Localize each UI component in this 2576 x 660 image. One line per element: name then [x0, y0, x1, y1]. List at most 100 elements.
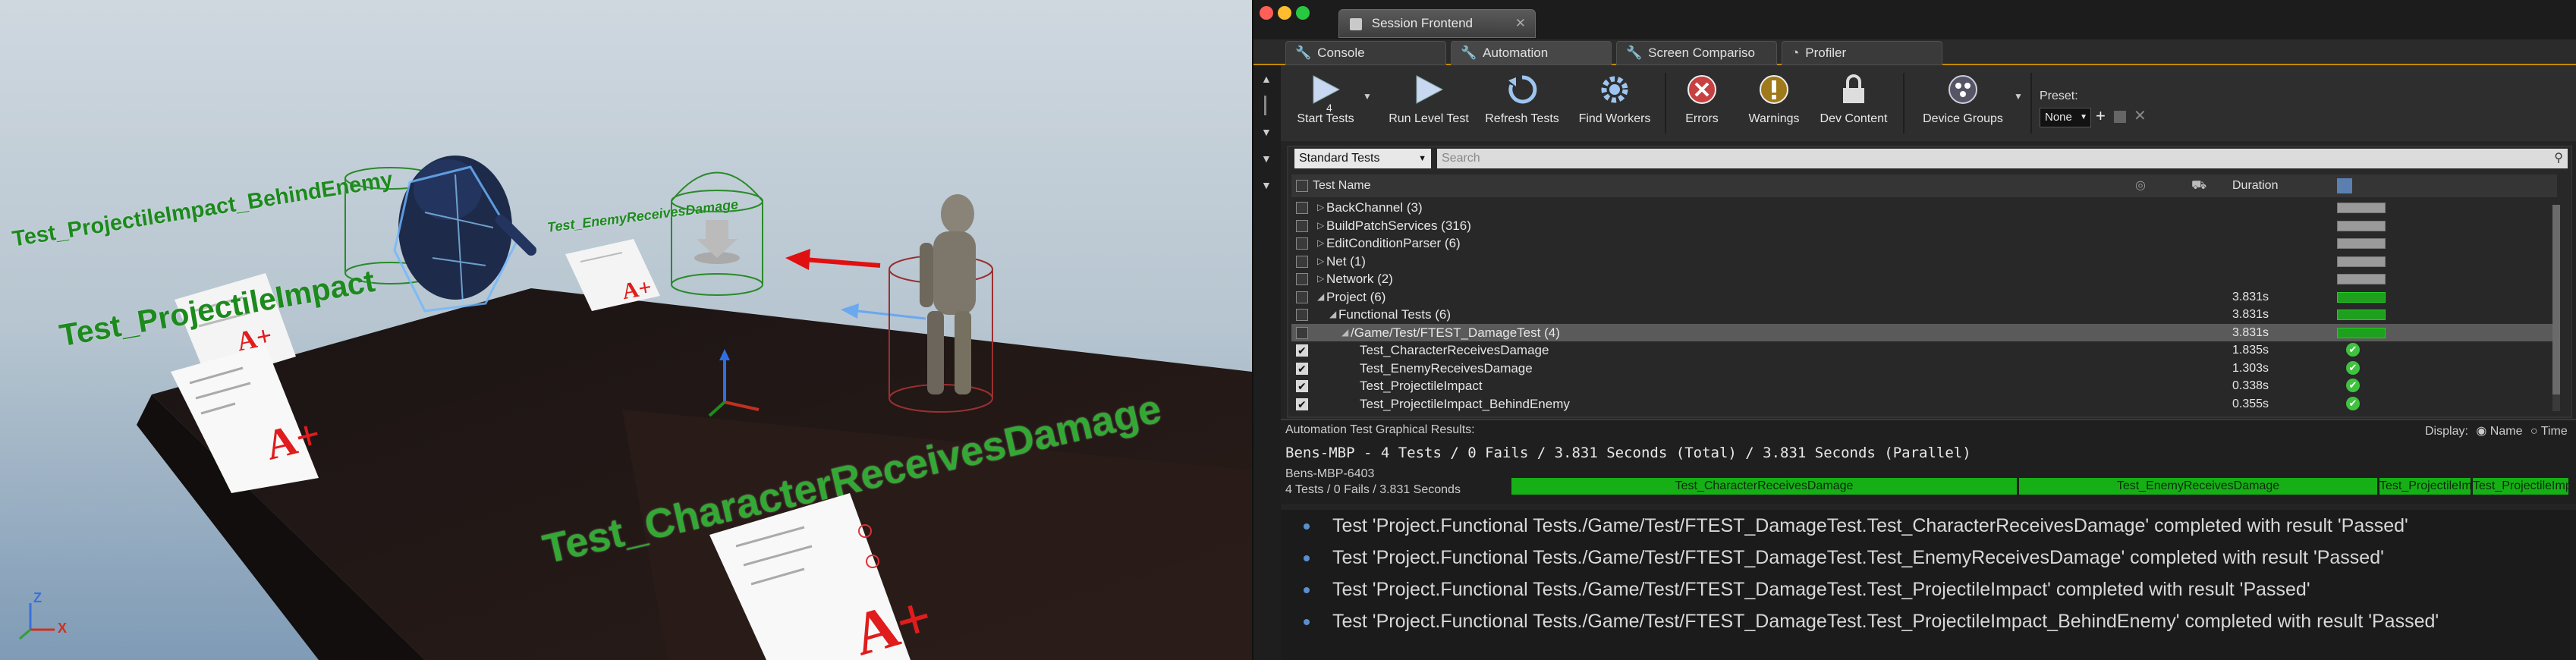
test-checkbox[interactable] — [1296, 291, 1308, 303]
test-checkbox[interactable] — [1296, 326, 1308, 339]
search-input[interactable]: Search ⚲ — [1437, 149, 2568, 168]
test-checkbox[interactable] — [1296, 396, 1308, 413]
table-row[interactable]: ▷ BuildPatchServices (316) — [1291, 217, 2557, 234]
table-row[interactable]: ▷ Network (2) — [1291, 270, 2557, 288]
document-tab-session-frontend[interactable]: Session Frontend ✕ — [1338, 9, 1536, 38]
expand-down-icon[interactable]: ▼ — [1261, 179, 1272, 191]
expander-icon[interactable]: ▷ — [1317, 253, 1324, 270]
column-test-name[interactable]: Test Name — [1313, 174, 1370, 197]
play-level-icon — [1411, 71, 1447, 108]
refresh-tests-button[interactable]: Refresh Tests — [1477, 71, 1568, 138]
expand-down-icon[interactable]: ▼ — [1261, 126, 1272, 138]
search-icon: ⚲ — [2554, 152, 2563, 165]
timeline-segment[interactable]: Test_EnemyReceivesDamage — [2019, 478, 2377, 495]
scrollbar-thumb[interactable] — [2552, 205, 2560, 394]
test-checkbox[interactable] — [1296, 202, 1308, 214]
level-viewport[interactable]: Test_ProjectileImpact_BehindEnemy Test_P… — [0, 0, 1252, 660]
add-preset-icon[interactable]: + — [2096, 106, 2106, 126]
table-row[interactable]: ▷ EditConditionParser (6) — [1291, 234, 2557, 252]
zoom-window-button[interactable] — [1296, 6, 1310, 20]
toolbar-separator — [2030, 73, 2032, 134]
test-checkbox[interactable] — [1296, 360, 1308, 378]
test-type-select[interactable]: Standard Tests ▼ — [1294, 149, 1431, 168]
tab-profiler[interactable]: ◔ Profiler — [1782, 41, 1942, 65]
status-bar — [2337, 327, 2386, 338]
wrench-icon: 🔧 — [1461, 46, 1477, 60]
collapse-up-icon[interactable]: ▲ — [1261, 73, 1272, 85]
pass-check-icon: ✔ — [2346, 379, 2360, 392]
table-row[interactable]: ◢ Project (6) 3.831s — [1291, 288, 2557, 306]
expander-icon[interactable]: ◢ — [1329, 306, 1336, 323]
test-checkbox[interactable] — [1296, 309, 1308, 321]
start-tests-label: Start Tests — [1297, 112, 1354, 125]
dev-content-button[interactable]: Dev Content — [1812, 71, 1895, 138]
test-checkbox[interactable] — [1296, 273, 1308, 285]
timeline-segment[interactable]: Test_ProjectileImpact — [2379, 478, 2471, 495]
expander-icon[interactable]: ◢ — [1317, 288, 1324, 306]
expand-down-icon[interactable]: ▼ — [1261, 152, 1272, 165]
radio-selected-icon[interactable]: ◉ — [2476, 425, 2486, 438]
find-workers-button[interactable]: Find Workers — [1569, 71, 1660, 138]
table-row[interactable]: Test_EnemyReceivesDamage 1.303s ✔ — [1291, 360, 2557, 378]
preset-select[interactable]: None ▼ — [2040, 108, 2091, 127]
axis-x-label: X — [58, 621, 68, 636]
start-tests-button[interactable]: 4 Start Tests — [1281, 71, 1370, 138]
display-name-option[interactable]: Name — [2490, 425, 2523, 438]
test-duration: 3.831s — [2232, 325, 2269, 339]
remove-preset-icon[interactable]: ✕ — [2134, 106, 2147, 125]
test-checkbox[interactable] — [1296, 378, 1308, 395]
save-preset-icon[interactable] — [2114, 111, 2126, 123]
start-tests-dropdown-icon[interactable]: ▼ — [1363, 91, 1372, 102]
select-all-checkbox[interactable] — [1296, 180, 1308, 192]
expander-icon[interactable]: ▷ — [1317, 270, 1324, 288]
refresh-icon — [1504, 71, 1540, 108]
test-checkbox[interactable] — [1296, 237, 1308, 250]
log-line: Test 'Project.Functional Tests./Game/Tes… — [1281, 574, 2576, 605]
test-name: Test_ProjectileImpact — [1360, 379, 1483, 393]
test-name: Functional Tests (6) — [1338, 307, 1452, 322]
table-row[interactable]: ▷ Net (1) — [1291, 253, 2557, 270]
toolbar-separator — [1903, 73, 1904, 134]
splitter-handle[interactable] — [1264, 96, 1266, 115]
wrench-icon: 🔧 — [1626, 46, 1643, 60]
tab-screen-comparison[interactable]: 🔧 Screen Compariso — [1616, 41, 1777, 65]
graphical-results-panel: Automation Test Graphical Results: Displ… — [1281, 419, 2576, 504]
close-tab-icon[interactable]: ✕ — [1515, 10, 1526, 37]
expander-icon[interactable]: ▷ — [1317, 199, 1324, 216]
device-groups-button[interactable]: Device Groups — [1914, 71, 2012, 138]
timeline-segment[interactable]: Test_CharacterReceivesDamage — [1511, 478, 2017, 495]
tab-automation[interactable]: 🔧 Automation — [1451, 41, 1612, 65]
status-column-icon — [2337, 178, 2352, 193]
expander-icon[interactable]: ▷ — [1317, 234, 1324, 252]
test-checkbox[interactable] — [1296, 255, 1308, 268]
test-checkbox[interactable] — [1296, 342, 1308, 360]
radio-icon[interactable]: ○ — [2530, 425, 2538, 438]
worker-name: Bens-MBP-6403 — [1285, 467, 1375, 480]
test-name: EditConditionParser (6) — [1326, 236, 1461, 250]
table-row[interactable]: ◢ Functional Tests (6) 3.831s — [1291, 306, 2557, 323]
table-row[interactable]: Test_ProjectileImpact 0.338s ✔ — [1291, 377, 2557, 395]
status-bar — [2337, 274, 2386, 284]
test-name: Net (1) — [1326, 253, 1366, 269]
close-window-button[interactable] — [1260, 6, 1273, 20]
column-duration[interactable]: Duration — [2232, 174, 2278, 197]
table-row[interactable]: ◢/Game/Test/FTEST_DamageTest (4) 3.831s — [1291, 323, 2557, 341]
device-groups-icon — [1945, 71, 1981, 108]
errors-filter-button[interactable]: Errors — [1668, 71, 1736, 138]
profiler-icon: ◔ — [1791, 46, 1800, 60]
timeline-segment[interactable]: Test_ProjectileImpact_BehindEnemy — [2473, 478, 2568, 495]
display-time-option[interactable]: Time — [2541, 425, 2568, 438]
table-row[interactable]: ▷ BackChannel (3) — [1291, 199, 2557, 216]
test-name: Test_CharacterReceivesDamage — [1360, 343, 1549, 357]
expander-icon[interactable]: ◢ — [1341, 324, 1348, 341]
table-row[interactable]: Test_CharacterReceivesDamage 1.835s ✔ — [1291, 341, 2557, 360]
test-list-scrollbar[interactable] — [2552, 205, 2560, 411]
expander-icon[interactable]: ▷ — [1317, 217, 1324, 234]
table-row[interactable]: Test_ProjectileImpact_BehindEnemy 0.355s ✔ — [1291, 395, 2557, 413]
run-level-test-button[interactable]: Run Level Test — [1379, 71, 1478, 138]
test-checkbox[interactable] — [1296, 219, 1308, 232]
warnings-filter-button[interactable]: Warnings — [1736, 71, 1812, 138]
minimize-window-button[interactable] — [1278, 6, 1291, 20]
tab-console[interactable]: 🔧 Console — [1285, 41, 1446, 65]
device-groups-dropdown-icon[interactable]: ▼ — [2014, 91, 2023, 102]
